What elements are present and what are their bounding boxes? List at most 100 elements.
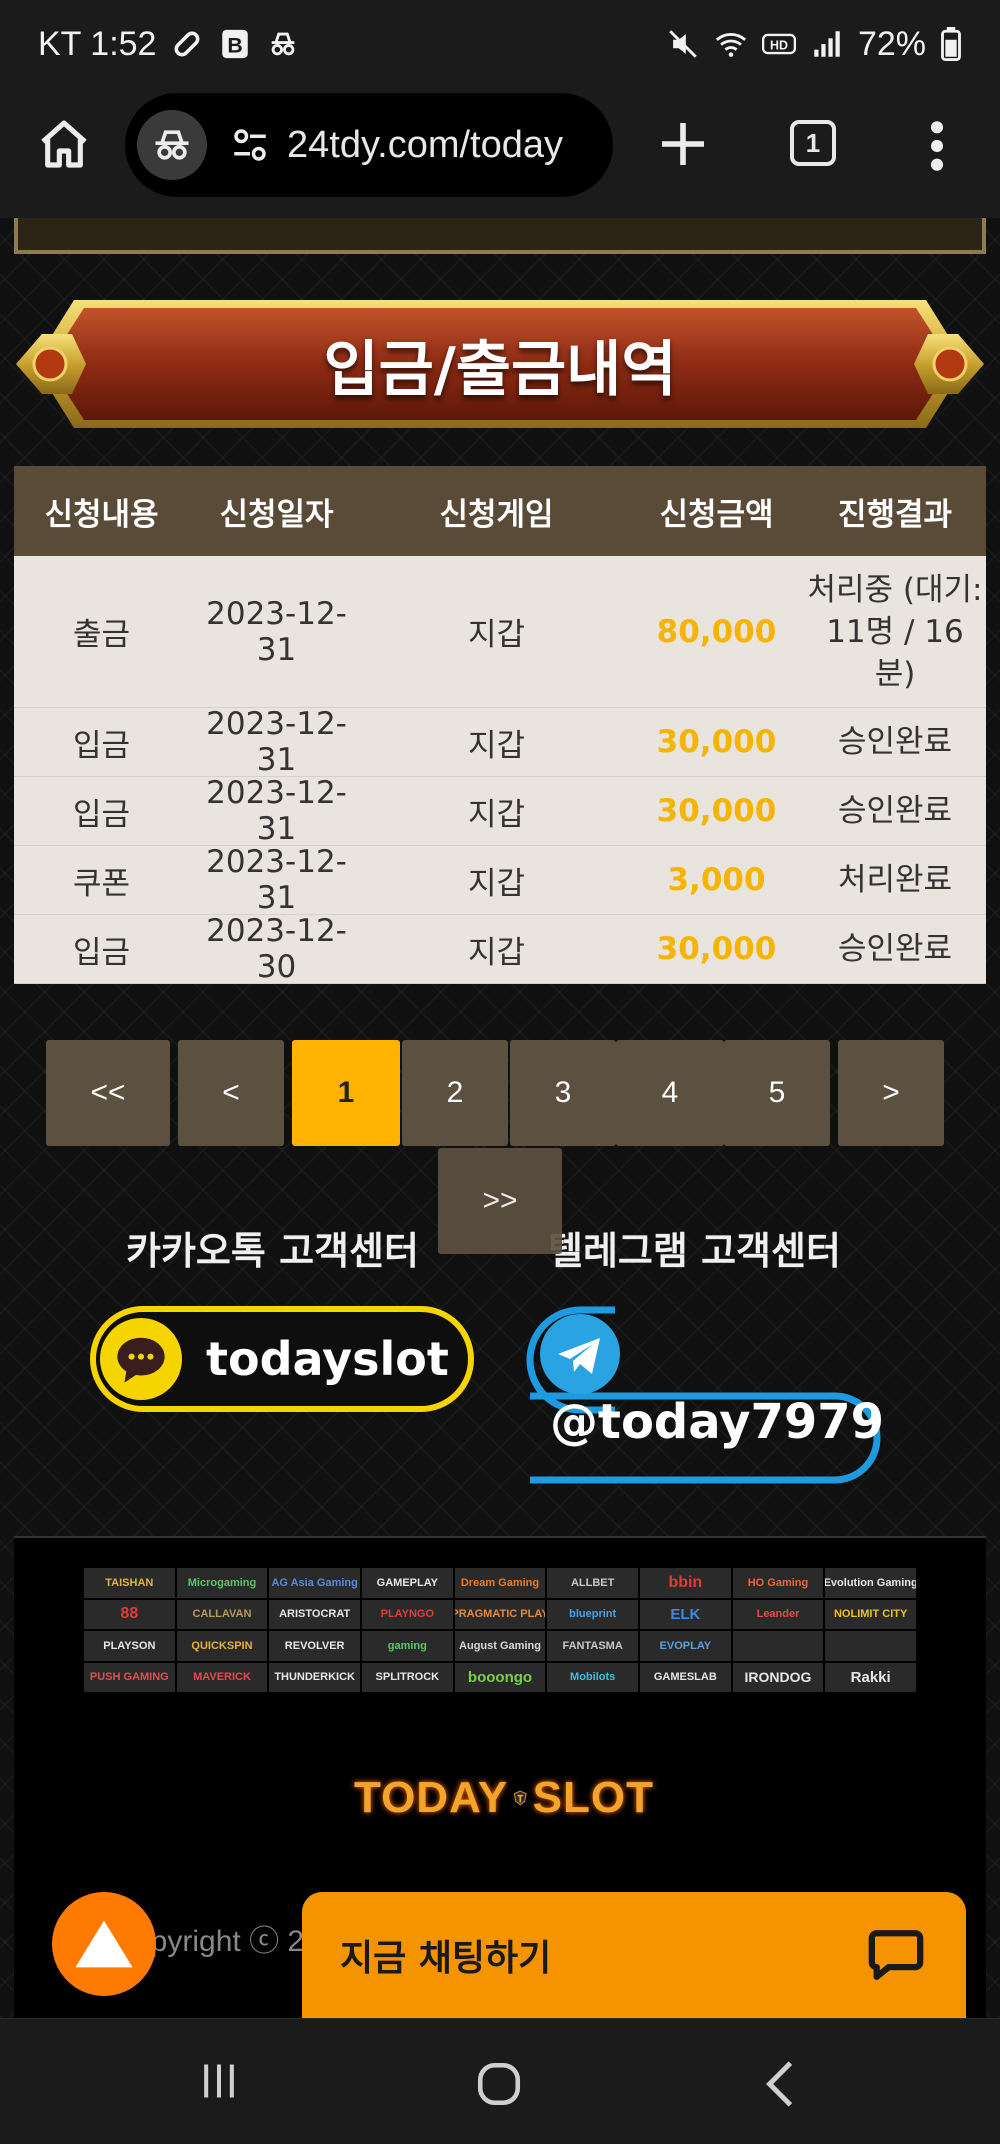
cell-result: 승인완료 <box>837 931 953 967</box>
cell-game: 지갑 <box>467 617 526 653</box>
provider-logo: AG Asia Gaming <box>269 1568 360 1598</box>
provider-logo: TAISHAN <box>84 1568 175 1598</box>
telegram-support-button[interactable]: @today7979 <box>525 1304 895 1484</box>
provider-logo: Leander <box>732 1599 824 1629</box>
b-app-icon: B <box>222 29 249 59</box>
home-nav-icon[interactable] <box>474 2059 524 2109</box>
status-bar: KT 1:52 B HD 72% <box>0 0 1000 88</box>
cell-date: 2023-12-31 <box>206 844 347 916</box>
telegram-support-title: 텔레그램 고객센터 <box>548 1229 841 1273</box>
provider-logo: PLAYSON <box>84 1631 175 1661</box>
cell-game: 지갑 <box>467 796 526 833</box>
live-chat-button[interactable]: 지금 채팅하기 <box>302 1892 966 2018</box>
page-button-2[interactable]: 2 <box>402 1040 508 1146</box>
incognito-badge[interactable] <box>137 110 207 180</box>
provider-logo: blueprint <box>547 1599 638 1629</box>
cell-game: 지갑 <box>467 727 526 764</box>
provider-logo: August Gaming <box>454 1631 546 1661</box>
page-next-button[interactable]: > <box>838 1040 944 1146</box>
provider-logo: PRAGMATIC PLAY <box>454 1599 546 1629</box>
provider-logo: gaming <box>361 1631 453 1661</box>
provider-logo: Dream Gaming <box>454 1568 546 1598</box>
provider-logo: Mobilots <box>547 1662 638 1692</box>
cell-result: 처리완료 <box>837 862 953 898</box>
table-header: 신청내용 신청일자 신청게임 신청금액 진행결과 <box>14 466 986 556</box>
more-menu-icon[interactable] <box>925 118 949 174</box>
provider-logo <box>732 1631 824 1661</box>
header-game: 신청게임 <box>439 496 554 533</box>
new-tab-icon[interactable] <box>655 116 711 172</box>
cell-result: 승인완료 <box>837 724 953 760</box>
provider-logo: CALLAVAN <box>176 1599 268 1629</box>
site-settings-icon[interactable] <box>229 124 271 166</box>
cell-amount: 3,000 <box>667 862 766 898</box>
telegram-id: @today7979 <box>550 1394 885 1450</box>
table-row: 입금 2023-12-31 지갑 30,000 승인완료 <box>14 775 986 847</box>
table-row: 출금 2023-12-31 지갑 80,000 처리중 (대기: 11명 / 1… <box>14 556 986 708</box>
provider-logo: Evolution Gaming <box>825 1568 916 1598</box>
battery-icon <box>941 27 961 61</box>
provider-logo: QUICKSPIN <box>176 1631 268 1661</box>
provider-logo: Microgaming <box>176 1568 268 1598</box>
page-button-3[interactable]: 3 <box>510 1040 616 1146</box>
provider-logo: EVOPLAY <box>639 1631 731 1661</box>
result-line: 분) <box>874 655 916 692</box>
provider-logo: bbin <box>639 1568 731 1598</box>
provider-logo: 88 <box>84 1599 175 1629</box>
table-row: 쿠폰 2023-12-31 지갑 3,000 처리완료 <box>14 844 986 916</box>
mute-icon <box>669 30 697 58</box>
system-nav-bar <box>0 2018 1000 2144</box>
cell-type: 입금 <box>72 796 131 833</box>
cell-game: 지갑 <box>467 865 526 902</box>
kakao-id: todayslot <box>206 1332 449 1386</box>
provider-logos-grid: TAISHAN Microgaming AG Asia Gaming GAMEP… <box>84 1568 916 1692</box>
browser-toolbar: 24tdy.com/today 1 <box>0 88 1000 218</box>
page-prev-button[interactable]: < <box>178 1040 284 1146</box>
home-icon[interactable] <box>36 116 92 172</box>
kakao-support-title: 카카오톡 고객센터 <box>126 1229 419 1273</box>
wifi-icon <box>715 33 747 57</box>
url-text[interactable]: 24tdy.com/today <box>287 124 587 167</box>
provider-logo: HO Gaming <box>732 1568 824 1598</box>
signal-icon <box>814 31 840 57</box>
back-icon[interactable] <box>760 2059 800 2109</box>
page-button-4[interactable]: 4 <box>616 1040 724 1146</box>
svg-text:B: B <box>228 34 243 58</box>
incognito-icon <box>272 32 295 56</box>
logo-text-right: SLOT <box>532 1773 654 1822</box>
provider-logo: GAMEPLAY <box>361 1568 453 1598</box>
cell-type: 입금 <box>72 934 131 971</box>
page-first-button[interactable]: << <box>46 1040 170 1146</box>
page-button-5[interactable]: 5 <box>724 1040 830 1146</box>
recents-icon[interactable] <box>196 2059 242 2103</box>
cell-date: 2023-12-31 <box>206 706 347 778</box>
cell-game: 지갑 <box>467 934 526 971</box>
provider-logo: MAVERICK <box>176 1662 268 1692</box>
page-button-1[interactable]: 1 <box>292 1040 400 1146</box>
kakao-support-button[interactable]: todayslot <box>90 1306 474 1412</box>
incognito-icon <box>155 130 189 160</box>
pill-icon <box>175 31 200 57</box>
provider-logo: GAMESLAB <box>639 1662 731 1692</box>
page-last-button[interactable]: >> <box>438 1148 562 1254</box>
provider-logo: ELK <box>639 1599 731 1629</box>
provider-logo: booongo <box>454 1662 546 1692</box>
header-result: 진행결과 <box>837 496 953 533</box>
transaction-table: 신청내용 신청일자 신청게임 신청금액 진행결과 출금 2023-12-31 지… <box>14 466 986 985</box>
provider-logo: PLAYNGO <box>361 1599 453 1629</box>
provider-logo: NOLIMIT CITY <box>825 1599 916 1629</box>
cell-amount: 80,000 <box>656 613 777 650</box>
provider-logo: ALLBET <box>547 1568 638 1598</box>
kakao-talk-icon <box>100 1318 182 1400</box>
tab-switcher-button[interactable]: 1 <box>790 120 836 166</box>
scroll-top-button[interactable] <box>52 1892 156 1996</box>
carrier-time: KT 1:52 <box>38 24 157 63</box>
cell-type: 쿠폰 <box>72 865 131 902</box>
title-banner: 입금/출금내역 <box>14 294 986 434</box>
address-bar[interactable]: 24tdy.com/today <box>125 93 613 197</box>
battery-percent: 72% <box>857 24 926 63</box>
table-row: 입금 2023-12-30 지갑 30,000 승인완료 <box>14 913 986 985</box>
provider-logo: Rakki <box>825 1662 916 1692</box>
provider-logo: THUNDERKICK <box>269 1662 360 1692</box>
result-line: 11명 / 16 <box>826 613 964 650</box>
